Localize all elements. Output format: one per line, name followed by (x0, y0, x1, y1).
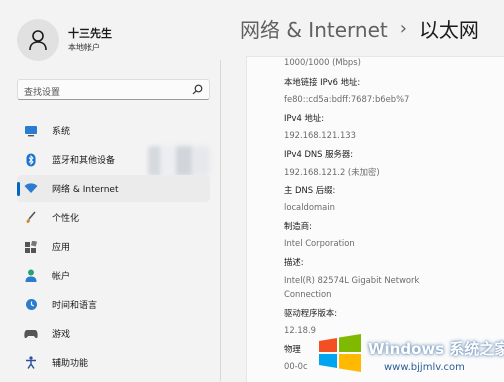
description-value: Intel(R) 82574L Gigabit Network (284, 275, 420, 285)
gamepad-icon (24, 327, 38, 341)
accessibility-icon (24, 356, 38, 370)
sidebar-item-time-language[interactable]: 时间和语言 (17, 291, 210, 318)
clock-globe-icon (24, 298, 38, 312)
windows-logo-icon (319, 334, 361, 372)
manufacturer-label: 制造商: (284, 221, 312, 231)
search-icon[interactable] (192, 84, 203, 95)
brush-icon (24, 211, 38, 225)
ipv4-value: 192.168.121.133 (284, 130, 356, 140)
sidebar-item-label: 时间和语言 (52, 301, 98, 311)
avatar[interactable] (17, 19, 59, 61)
sidebar-item-label: 帐户 (52, 272, 71, 282)
divider (220, 60, 221, 381)
redacted-blur (148, 146, 210, 176)
sidebar-item-label: 游戏 (52, 330, 71, 340)
sidebar-item-personalization[interactable]: 个性化 (17, 204, 210, 231)
sidebar-item-gaming[interactable]: 游戏 (17, 320, 210, 347)
ipv4-dns-value: 192.168.121.2 (未加密) (284, 167, 380, 177)
link-speed-value: 1000/1000 (Mbps) (284, 57, 361, 67)
monitor-icon (24, 124, 38, 138)
user-name: 十三先生 (68, 27, 112, 40)
chevron-right-icon: › (399, 18, 407, 39)
user-icon (29, 30, 47, 51)
bluetooth-icon (24, 153, 38, 167)
page-title: 以太网 (418, 18, 479, 42)
settings-search-box[interactable] (17, 79, 210, 103)
dns-suffix-value: localdomain (284, 202, 335, 212)
physical-address-value: 00-0c (284, 361, 308, 371)
wifi-icon (24, 182, 38, 196)
sidebar-item-label: 应用 (52, 243, 71, 253)
description-label: 描述: (284, 257, 304, 267)
active-indicator (17, 182, 20, 196)
ipv6-value: fe80::cd5a:bdff:7687:b6eb%7 (284, 94, 410, 104)
sidebar-item-accessibility[interactable]: 辅助功能 (17, 349, 210, 376)
manufacturer-value: Intel Corporation (284, 238, 355, 248)
search-input[interactable] (18, 83, 184, 103)
dns-suffix-label: 主 DNS 后缀: (284, 185, 336, 195)
breadcrumb: 网络 & Internet › 以太网 (240, 14, 479, 43)
driver-version-value: 12.18.9 (284, 325, 316, 335)
watermark-url: www.bjjmlv.com (384, 362, 465, 373)
account-type: 本地帐户 (68, 43, 100, 52)
sidebar-item-network[interactable]: 网络 & Internet (17, 175, 210, 202)
description-value-line2: Connection (284, 289, 332, 299)
person-icon (24, 269, 38, 283)
ipv6-label: 本地链接 IPv6 地址: (284, 77, 361, 87)
ipv4-dns-label: IPv4 DNS 服务器: (284, 149, 354, 159)
sidebar-item-label: 个性化 (52, 214, 80, 224)
sidebar-item-apps[interactable]: 应用 (17, 233, 210, 260)
sidebar-item-system[interactable]: 系统 (17, 117, 210, 144)
physical-address-label: 物理 (284, 344, 301, 354)
driver-version-label: 驱动程序版本: (284, 308, 338, 318)
sidebar-item-label: 辅助功能 (52, 359, 89, 369)
sidebar-item-label: 蓝牙和其他设备 (52, 156, 116, 166)
sidebar-item-label: 网络 & Internet (52, 185, 119, 195)
sidebar-item-label: 系统 (52, 127, 71, 137)
apps-icon (24, 240, 38, 254)
sidebar-item-accounts[interactable]: 帐户 (17, 262, 210, 289)
watermark-title: Windows 系统之家 (368, 340, 504, 358)
ipv4-label: IPv4 地址: (284, 113, 325, 123)
sidebar: 十三先生 本地帐户 系统 蓝牙和其他设备 网络 & Internet 个性化 (0, 0, 220, 381)
breadcrumb-parent[interactable]: 网络 & Internet (240, 14, 388, 43)
